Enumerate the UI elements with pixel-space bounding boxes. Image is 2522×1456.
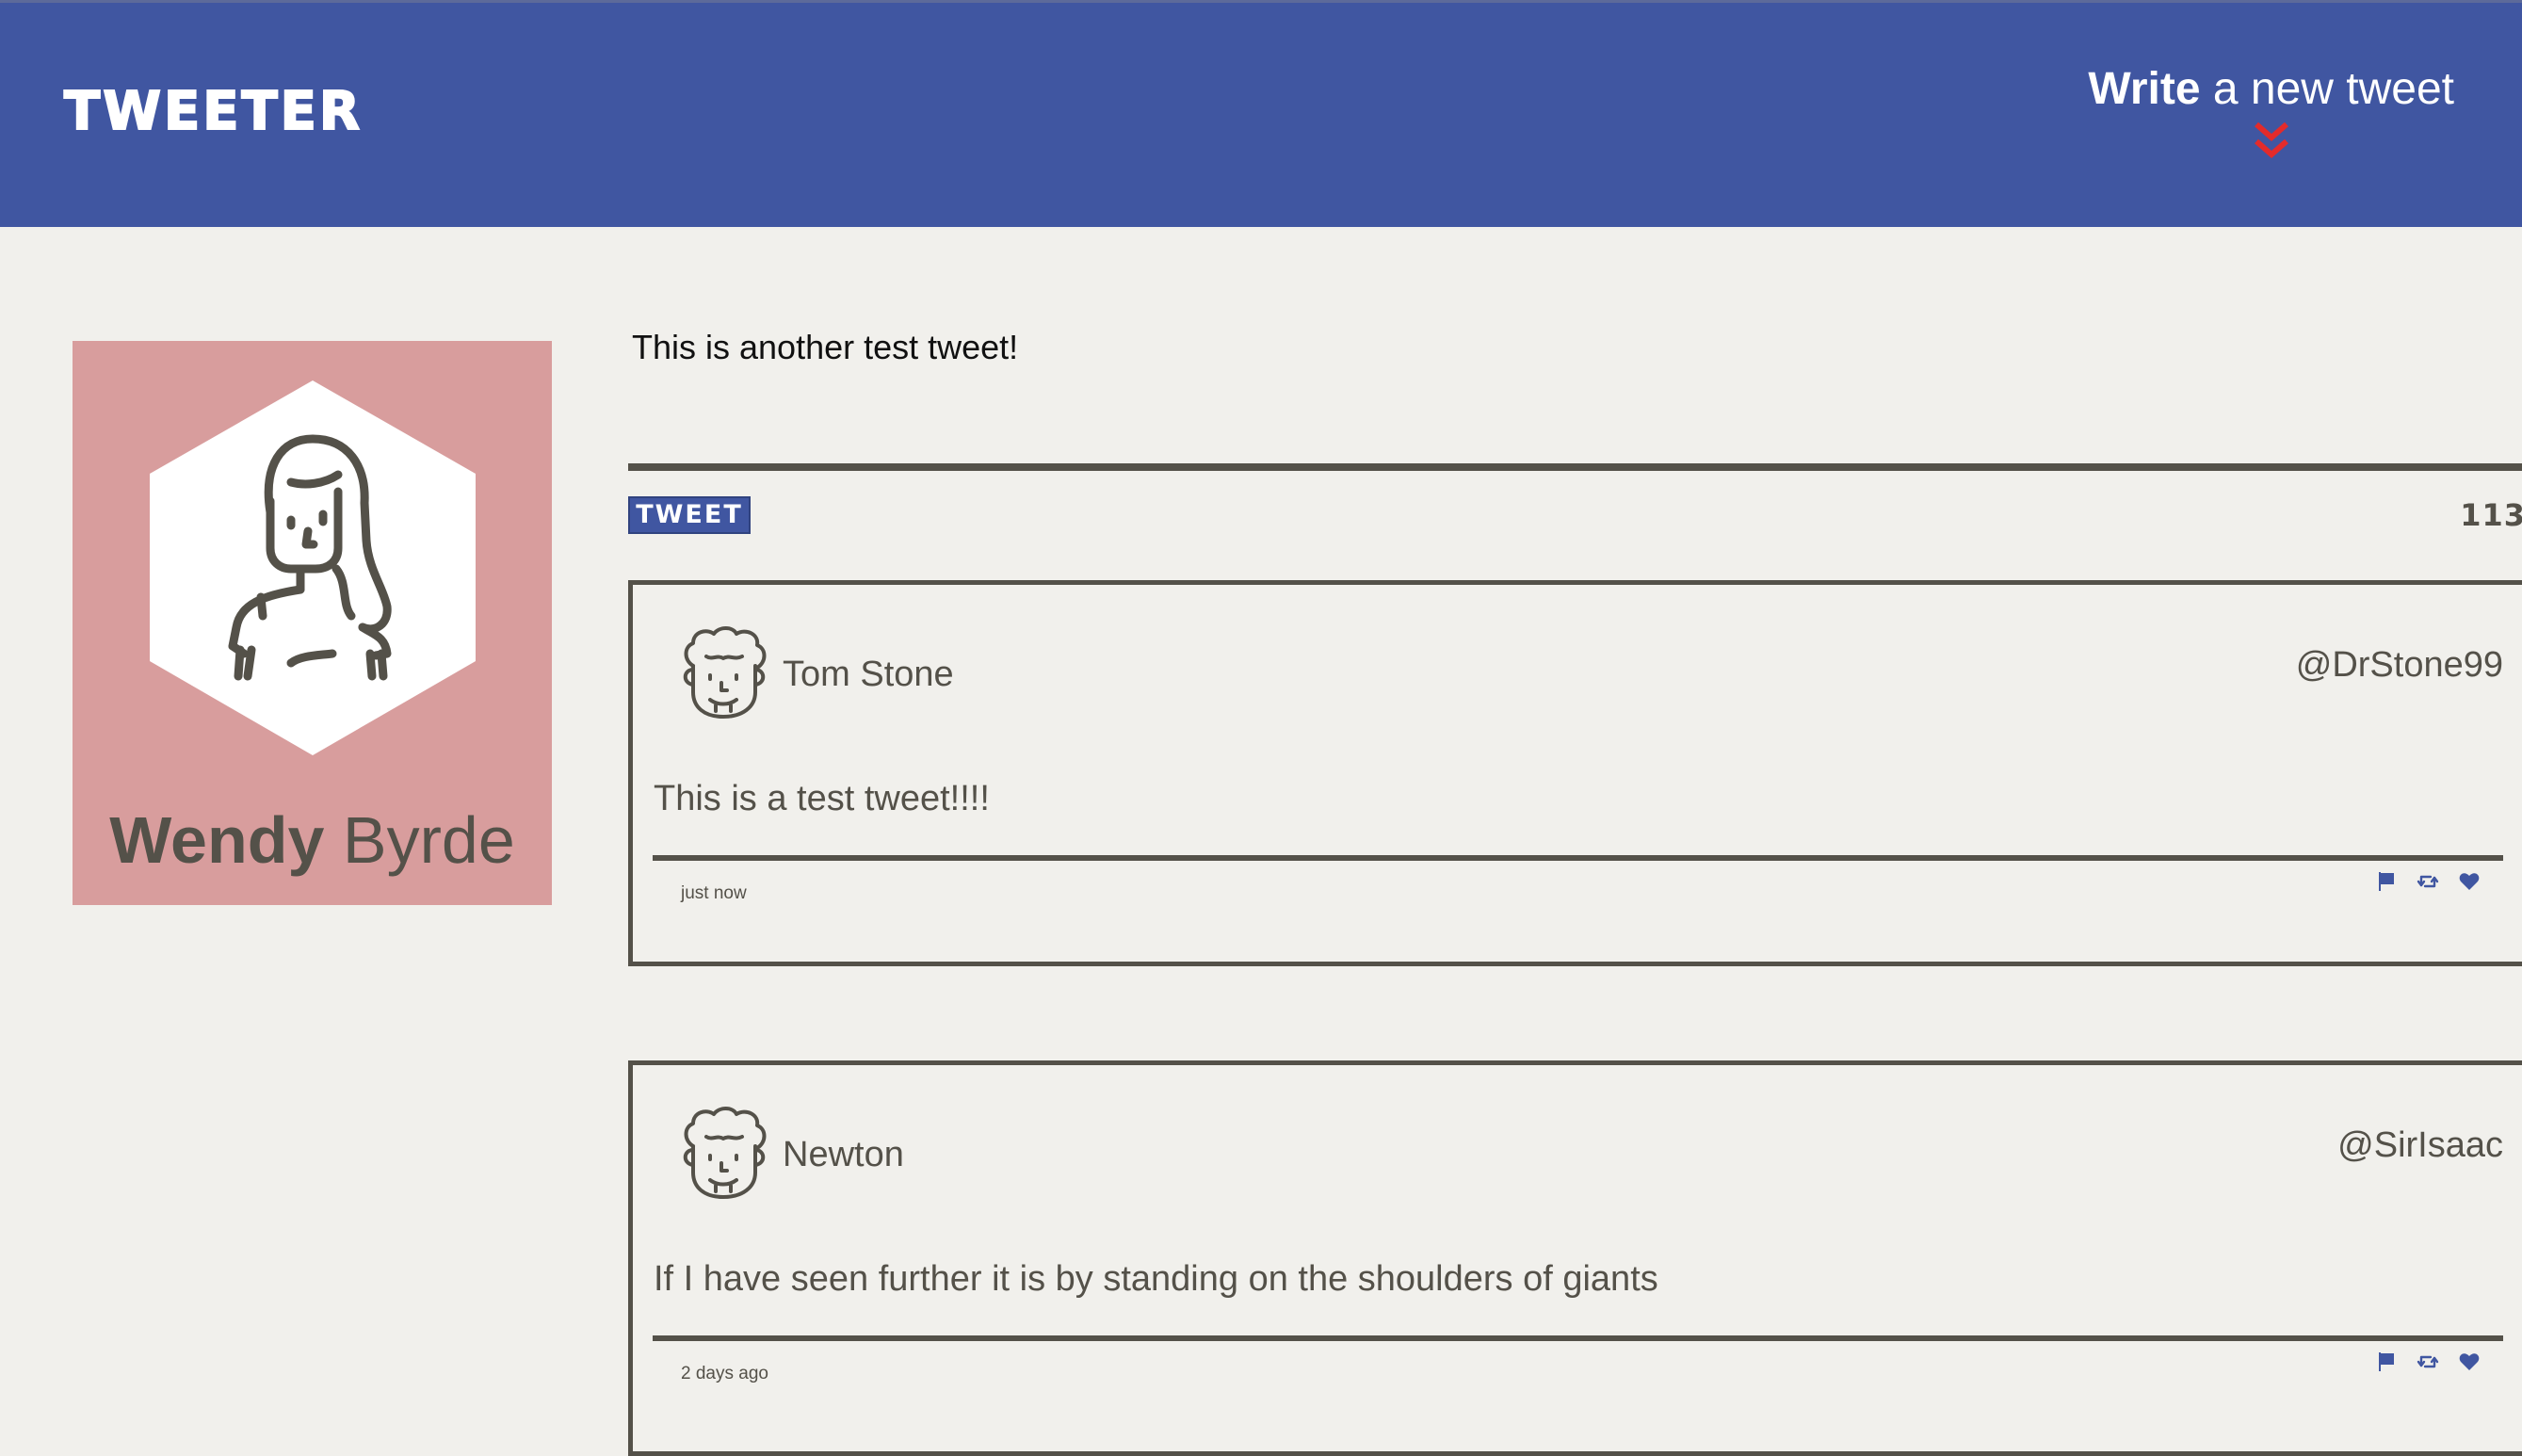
brand-logo[interactable]: TWEETER — [63, 85, 363, 139]
double-chevron-down-icon[interactable] — [2253, 119, 2290, 162]
author-avatar-icon — [683, 626, 767, 719]
retweet-icon[interactable] — [2417, 870, 2439, 893]
tweet-content: If I have seen further it is by standing… — [654, 1259, 1658, 1299]
compose-label[interactable]: Write a new tweet — [2088, 64, 2454, 115]
author-name: Tom Stone — [783, 655, 954, 694]
write-new-tweet-toggle[interactable]: Write a new tweet — [2088, 64, 2454, 162]
profile-first-name: Wendy — [109, 803, 325, 877]
top-nav: TWEETER Write a new tweet — [0, 0, 2522, 227]
profile-last-name: Byrde — [324, 803, 515, 877]
retweet-icon[interactable] — [2417, 1351, 2439, 1373]
flag-icon[interactable] — [2375, 870, 2398, 893]
author-avatar-icon — [683, 1107, 767, 1199]
tweet-submit-button[interactable]: TWEET — [628, 496, 751, 534]
author-name: Newton — [783, 1135, 904, 1174]
tweet-card: Newton @SirIsaac If I have seen further … — [628, 1060, 2522, 1456]
profile-card: Wendy Byrde — [73, 341, 552, 905]
tweet-card: Tom Stone @DrStone99 This is a test twee… — [628, 580, 2522, 966]
tweet-textarea[interactable]: This is another test tweet! — [632, 328, 1018, 367]
tweet-content: This is a test tweet!!!! — [654, 779, 990, 818]
tweet-actions — [2375, 870, 2481, 893]
author-handle: @SirIsaac — [2337, 1125, 2503, 1165]
profile-name: Wendy Byrde — [73, 807, 552, 873]
compose-label-bold[interactable]: Write — [2088, 64, 2200, 114]
tweet-timestamp: just now — [681, 883, 747, 903]
tweet-actions — [2375, 1351, 2481, 1373]
heart-icon[interactable] — [2458, 1351, 2481, 1373]
composer-divider — [628, 463, 2522, 471]
tweet-divider — [653, 855, 2503, 861]
flag-icon[interactable] — [2375, 1351, 2398, 1373]
heart-icon[interactable] — [2458, 870, 2481, 893]
compose-label-rest[interactable]: a new tweet — [2201, 64, 2454, 114]
tweet-timestamp: 2 days ago — [681, 1364, 768, 1383]
author-handle: @DrStone99 — [2295, 645, 2503, 685]
tweet-divider — [653, 1335, 2503, 1341]
user-avatar-icon — [150, 380, 476, 755]
character-counter: 113 — [2460, 497, 2522, 533]
